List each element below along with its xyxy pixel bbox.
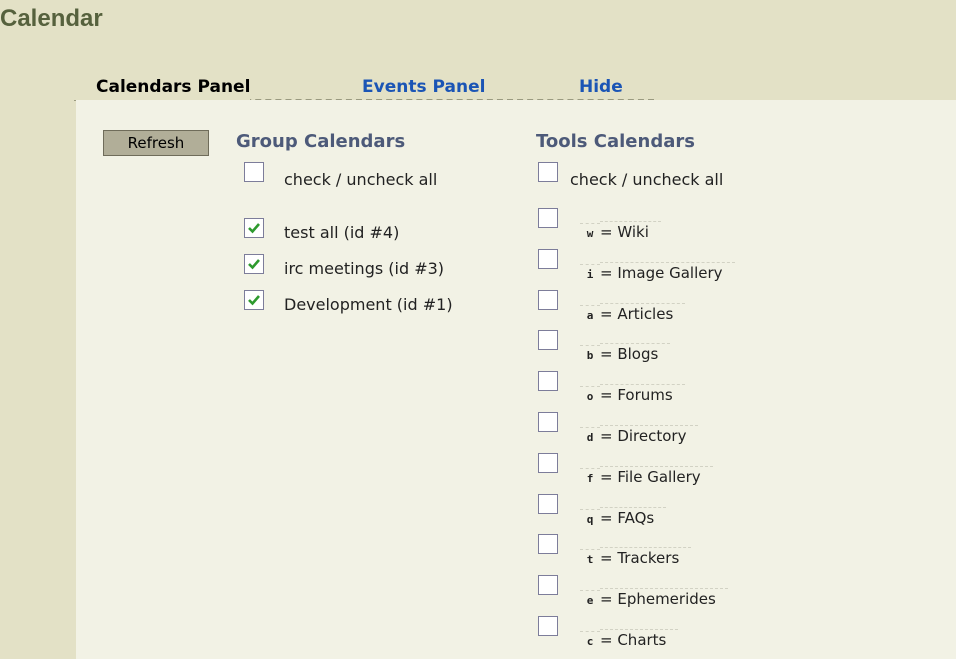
- tool-letter-icon: q: [580, 508, 600, 528]
- tools-calendars-heading: Tools Calendars: [536, 131, 695, 152]
- tool-calendar-label: = Articles: [600, 302, 686, 324]
- tool-letter-icon: f: [580, 467, 600, 487]
- group-calendar-label: test all (id #4): [284, 223, 400, 242]
- group-calendar-checkbox[interactable]: [244, 254, 264, 274]
- checkmark-icon: [248, 259, 260, 270]
- tab-calendars-panel[interactable]: Calendars Panel: [74, 74, 251, 100]
- tool-calendar-label: = Trackers: [600, 547, 692, 568]
- tool-calendar-checkbox[interactable]: [538, 289, 558, 310]
- tool-calendar-label: = FAQs: [600, 506, 667, 528]
- tool-calendar-checkbox[interactable]: [538, 493, 558, 514]
- checkmark-icon: [248, 295, 260, 306]
- tool-letter-icon: d: [580, 427, 600, 446]
- tool-calendar-label: = Blogs: [600, 343, 671, 364]
- tool-calendar-label: = Forums: [600, 384, 685, 405]
- tool-letter-icon: w: [580, 223, 600, 242]
- tool-letter-icon: e: [580, 590, 600, 609]
- checkmark-icon: [248, 223, 260, 234]
- page-title: Calendar: [0, 5, 103, 32]
- tool-calendar-checkbox[interactable]: [538, 412, 558, 432]
- tool-calendar-label: = File Gallery: [600, 465, 713, 487]
- tab-hide[interactable]: Hide: [579, 74, 623, 100]
- tool-calendar-checkbox[interactable]: [538, 330, 558, 351]
- group-calendars-heading: Group Calendars: [236, 131, 406, 152]
- tab-events-panel[interactable]: Events Panel: [362, 74, 485, 100]
- calendars-panel: Refresh Group Calendars check / uncheck …: [76, 100, 956, 659]
- tool-letter-icon: o: [580, 386, 600, 405]
- group-calendar-label: Development (id #1): [284, 295, 453, 314]
- tool-calendar-checkbox[interactable]: [538, 616, 558, 636]
- group-check-all-label: check / uncheck all: [284, 170, 438, 189]
- tool-calendar-checkbox[interactable]: [538, 208, 558, 228]
- refresh-button[interactable]: Refresh: [103, 130, 209, 156]
- tool-letter-icon: t: [580, 549, 600, 568]
- tool-calendar-label: = Directory: [600, 425, 699, 446]
- group-calendar-label: irc meetings (id #3): [284, 259, 445, 278]
- tool-calendar-checkbox[interactable]: [538, 534, 558, 555]
- tool-calendar-checkbox[interactable]: [538, 452, 558, 473]
- tool-calendar-label: = Wiki: [600, 221, 661, 242]
- tool-calendar-checkbox[interactable]: [538, 575, 558, 596]
- tools-check-all-label: check / uncheck all: [570, 170, 724, 189]
- tool-letter-icon: a: [580, 304, 600, 324]
- tool-calendar-label: = Charts: [600, 629, 679, 650]
- group-calendar-checkbox[interactable]: [244, 218, 264, 238]
- group-calendar-checkbox[interactable]: [244, 290, 264, 310]
- tool-calendar-label: = Ephemerides: [600, 588, 728, 609]
- group-check-all-checkbox[interactable]: [244, 162, 264, 182]
- tools-check-all-checkbox[interactable]: [538, 162, 558, 182]
- tool-calendar-checkbox[interactable]: [538, 371, 558, 392]
- tool-calendar-label: = Image Gallery: [600, 261, 735, 283]
- tool-letter-icon: c: [580, 631, 600, 650]
- tool-letter-icon: i: [580, 263, 600, 283]
- tool-letter-icon: b: [580, 345, 600, 364]
- tool-calendar-checkbox[interactable]: [538, 248, 558, 269]
